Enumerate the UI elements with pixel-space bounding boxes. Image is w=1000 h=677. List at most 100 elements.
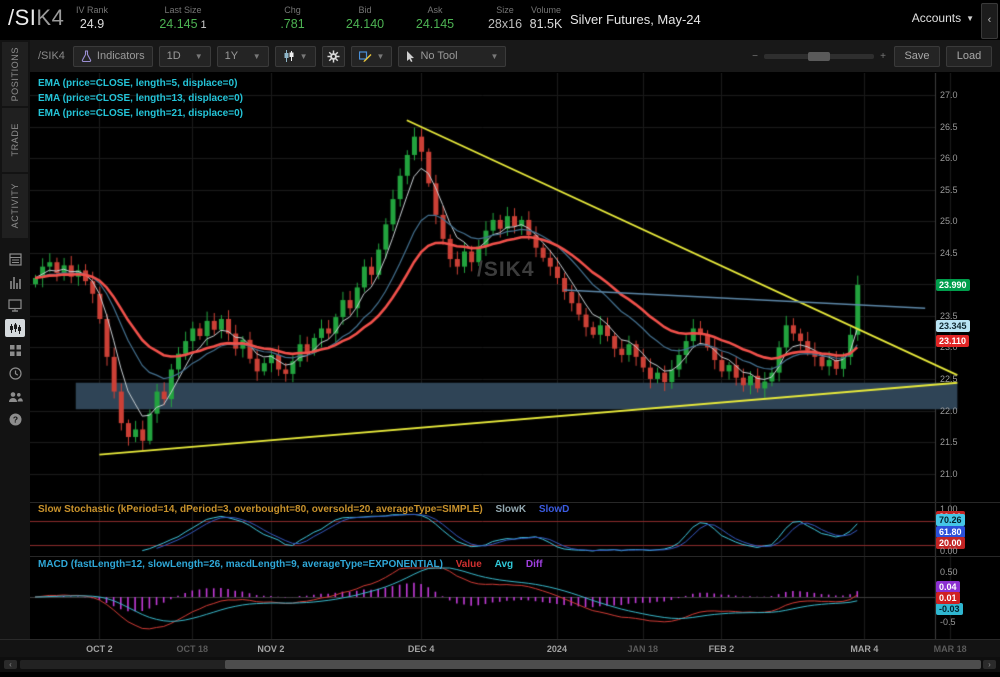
scrollbar-track[interactable] — [20, 660, 980, 669]
accounts-dropdown[interactable]: Accounts ▼ — [912, 11, 974, 25]
macd-value-legend: Value — [456, 559, 482, 570]
zoom-control: − + — [750, 51, 888, 62]
monitor-icon[interactable] — [0, 294, 30, 317]
tab-label: TRADE — [10, 123, 20, 157]
field-label: Bid — [330, 5, 400, 15]
macd-axis-top: 0.50 — [940, 567, 958, 577]
left-gadget-sidebar: POSITIONS TRADE ACTIVITY ? — [0, 40, 30, 639]
price-axis-label: 27.0 — [940, 90, 958, 100]
tab-label: POSITIONS — [10, 47, 20, 101]
time-axis-label: MAR 4 — [850, 644, 878, 654]
cursor-icon — [406, 51, 415, 62]
active-tool-value: No Tool — [420, 50, 457, 62]
range-value: 1Y — [225, 50, 238, 62]
grid-icon[interactable] — [0, 339, 30, 362]
price-chart-canvas[interactable] — [30, 73, 1000, 502]
field-value: 24.140 — [330, 17, 400, 31]
macd-axis-bottom: -0.5 — [940, 617, 956, 627]
field-label: Ask — [400, 5, 470, 15]
time-axis-label: MAR 18 — [934, 644, 967, 654]
chevron-down-icon: ▼ — [300, 52, 308, 61]
pane-divider[interactable] — [30, 502, 1000, 503]
field-iv-rank: IV Rank 24.9 — [62, 5, 122, 31]
chart-icon[interactable] — [5, 319, 25, 337]
interval-dropdown[interactable]: 1D ▼ — [159, 46, 211, 67]
price-axis-label: 21.0 — [940, 469, 958, 479]
price-axis-label: 24.5 — [940, 248, 958, 258]
collapse-panel-button[interactable]: ‹ — [981, 3, 998, 39]
field-bid: Bid 24.140 — [330, 5, 400, 31]
time-axis-label: 2024 — [547, 644, 567, 654]
chevron-down-icon: ▼ — [253, 52, 261, 61]
stochastic-study-label[interactable]: Slow Stochastic (kPeriod=14, dPeriod=3, … — [38, 504, 483, 515]
field-value: 24.145 — [400, 17, 470, 31]
price-axis-label: 21.5 — [940, 437, 958, 447]
field-label: IV Rank — [62, 5, 122, 15]
zoom-slider-thumb[interactable] — [808, 52, 830, 61]
sidebar-icon-rail: ? — [0, 248, 30, 431]
indicators-button[interactable]: Indicators — [73, 46, 153, 67]
zoom-slider[interactable] — [764, 54, 874, 59]
zoom-out-icon[interactable]: − — [750, 51, 760, 62]
chart-style-dropdown[interactable]: ▼ — [275, 46, 316, 67]
field-label: Last Size — [138, 5, 228, 15]
zoom-in-icon[interactable]: + — [878, 51, 888, 62]
drawing-set-dropdown[interactable]: ▼ — [351, 46, 393, 67]
stochastic-study-row: Slow Stochastic (kPeriod=14, dPeriod=3, … — [38, 504, 569, 515]
price-axis-label: 22.5 — [940, 374, 958, 384]
study-label-ema-13[interactable]: EMA (price=CLOSE, length=13, displace=0) — [38, 93, 243, 104]
study-label-ema-5[interactable]: EMA (price=CLOSE, length=5, displace=0) — [38, 78, 237, 89]
chevron-down-icon: ▼ — [195, 52, 203, 61]
study-label-ema-21[interactable]: EMA (price=CLOSE, length=21, displace=0) — [38, 108, 243, 119]
sidebar-tab-positions[interactable]: POSITIONS — [2, 42, 28, 106]
tab-label: ACTIVITY — [10, 183, 20, 228]
load-button[interactable]: Load — [946, 46, 992, 67]
interval-value: 1D — [167, 50, 181, 62]
save-button[interactable]: Save — [894, 46, 940, 67]
sidebar-tab-activity[interactable]: ACTIVITY — [2, 174, 28, 238]
help-icon[interactable]: ? — [0, 408, 30, 431]
notes-icon[interactable] — [0, 248, 30, 271]
market-depth-icon[interactable] — [0, 271, 30, 294]
pane-divider[interactable] — [30, 556, 1000, 557]
macd-study-label[interactable]: MACD (fastLength=12, slowLength=26, macd… — [38, 559, 443, 570]
price-axis-label: 25.0 — [940, 216, 958, 226]
ema21-value-badge: 23.110 — [936, 335, 969, 347]
macd-avg-legend: Avg — [495, 559, 514, 570]
price-axis-label: 25.5 — [940, 185, 958, 195]
macd-study-row: MACD (fastLength=12, slowLength=26, macd… — [38, 559, 543, 570]
field-label: Volume — [522, 5, 570, 15]
field-ask: Ask 24.145 — [400, 5, 470, 31]
scroll-left-arrow[interactable]: ‹ — [4, 660, 17, 669]
gear-icon — [327, 50, 340, 63]
field-value: 24.9 — [62, 17, 122, 31]
chevron-down-icon: ▼ — [491, 52, 499, 61]
clock-icon[interactable] — [0, 362, 30, 385]
time-axis-label: OCT 2 — [86, 644, 113, 654]
chart-watermark: /SIK4 — [477, 258, 535, 282]
field-value: 81.5K — [522, 17, 570, 31]
candlestick-style-icon — [283, 50, 295, 62]
stoch-axis-bottom: 0.00 — [940, 546, 958, 556]
last-trade-size: 1 — [201, 19, 207, 31]
scrollbar-thumb[interactable] — [225, 660, 981, 669]
slowk-legend: SlowK — [495, 504, 526, 515]
last-price-badge: 23.990 — [936, 279, 970, 291]
sidebar-tab-trade[interactable]: TRADE — [2, 108, 28, 172]
symbol-root: /SI — [8, 5, 36, 30]
range-dropdown[interactable]: 1Y ▼ — [217, 46, 269, 67]
time-axis[interactable]: OCT 2OCT 18NOV 2DEC 42024JAN 18FEB 2MAR … — [0, 639, 1000, 657]
people-icon[interactable] — [0, 385, 30, 408]
chart-settings-button[interactable] — [322, 46, 345, 67]
field-volume: Volume 81.5K — [522, 5, 570, 31]
symbol-title[interactable]: /SIK4 — [8, 5, 64, 31]
scroll-right-arrow[interactable]: › — [983, 660, 996, 669]
active-tool-dropdown[interactable]: No Tool ▼ — [398, 46, 506, 67]
field-last-size: Last Size 24.1451 — [138, 5, 228, 31]
time-axis-label: NOV 2 — [257, 644, 284, 654]
field-value: 24.1451 — [138, 17, 228, 31]
drawing-set-icon — [359, 50, 372, 62]
slowd-legend: SlowD — [539, 504, 570, 515]
field-label: Chg — [265, 5, 320, 15]
macd-avg-badge: -0.03 — [936, 603, 963, 615]
